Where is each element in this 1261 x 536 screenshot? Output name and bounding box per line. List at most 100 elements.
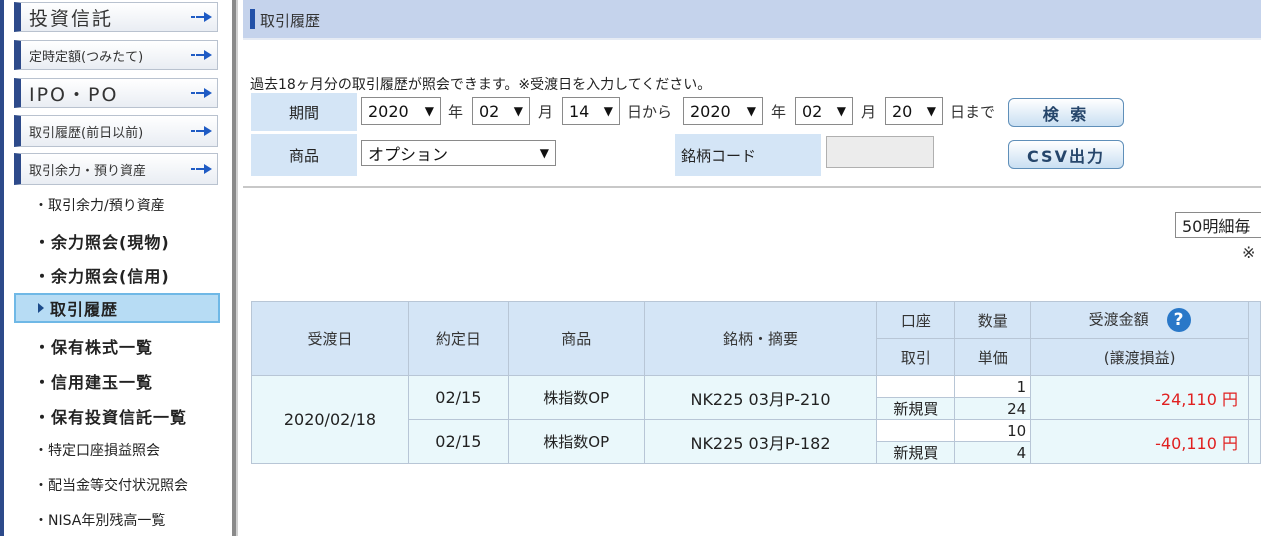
- issue-cell: NK225 03月P-182: [643, 419, 878, 464]
- product-cell: 株指数OP: [507, 419, 645, 464]
- sidebar-menu-ipo-po[interactable]: IPO・PO: [14, 78, 218, 108]
- chevron-down-icon: ▼: [926, 104, 936, 118]
- info-text: 過去18ヶ月分の取引履歴が照会できます。※受渡日を入力してください。: [250, 77, 712, 93]
- sidebar-menu-margin-assets[interactable]: 取引余力・預り資産: [14, 153, 218, 185]
- extra-cell: [1247, 375, 1261, 420]
- from-month-select[interactable]: 02 ▼: [472, 97, 530, 125]
- col-unit-price: 単価: [954, 338, 1032, 376]
- sidebar-menu-label: IPO・PO: [29, 83, 119, 106]
- sidebar-menu-regular-fixed[interactable]: 定時定額(つみたて): [14, 40, 218, 70]
- quantity-cell: 1: [954, 375, 1032, 398]
- unit-price-cell: 24: [954, 397, 1032, 420]
- product-label: 商品: [251, 134, 357, 176]
- from-year-value: 2020: [368, 101, 409, 121]
- to-month-value: 02: [802, 101, 823, 121]
- code-input[interactable]: [826, 136, 934, 168]
- col-amount-sub: (譲渡損益): [1030, 338, 1249, 376]
- from-day-select[interactable]: 14 ▼: [562, 97, 620, 125]
- unit-month: 月: [861, 103, 877, 121]
- sidebar-item-fund-holdings[interactable]: ・保有投資信託一覧: [34, 404, 187, 428]
- sidebar-item-credit-positions[interactable]: ・信用建玉一覧: [34, 369, 153, 393]
- col-account: 口座: [876, 301, 956, 339]
- trade-date-cell: 02/15: [407, 375, 509, 420]
- trade-cell: 新規買: [876, 397, 956, 420]
- sidebar-menu-investment-trust[interactable]: 投資信託: [14, 2, 218, 32]
- arrow-right-icon: [191, 12, 212, 22]
- account-cell: [876, 375, 956, 398]
- col-settle-date: 受渡日: [251, 301, 409, 376]
- arrow-right-icon: [191, 164, 212, 174]
- csv-export-button[interactable]: CSV出力: [1008, 140, 1124, 169]
- unit-month: 月: [538, 103, 554, 121]
- chevron-down-icon: ▼: [424, 104, 434, 118]
- arrow-right-icon: [191, 88, 212, 98]
- triangle-right-icon: [38, 303, 44, 313]
- search-button[interactable]: 検 索: [1008, 98, 1124, 127]
- chevron-down-icon: ▼: [836, 104, 846, 118]
- col-amount: 受渡金額?: [1030, 301, 1249, 339]
- sidebar-item-stock-holdings[interactable]: ・保有株式一覧: [34, 334, 153, 358]
- trade-date-cell: 02/15: [407, 419, 509, 464]
- title-mark: [250, 9, 255, 29]
- col-issue: 銘柄・摘要: [643, 301, 878, 376]
- unit-year: 年: [771, 103, 787, 121]
- to-day-value: 20: [892, 101, 913, 121]
- sidebar-menu-label: 取引履歴(前日以前): [29, 125, 144, 141]
- col-quantity: 数量: [954, 301, 1032, 339]
- sidebar-item-margin-cash[interactable]: ・余力照会(現物): [34, 229, 170, 253]
- account-cell: [876, 419, 956, 442]
- product-cell: 株指数OP: [507, 375, 645, 420]
- chevron-down-icon: ▼: [513, 104, 523, 118]
- amount-cell: -40,110 円: [1030, 419, 1249, 464]
- page-title: 取引履歴: [260, 12, 321, 30]
- divider: [243, 186, 1261, 188]
- help-icon[interactable]: ?: [1166, 308, 1191, 332]
- sidebar-menu-trade-history-prev[interactable]: 取引履歴(前日以前): [14, 115, 218, 147]
- arrow-right-icon: [191, 50, 212, 60]
- period-label: 期間: [251, 93, 357, 131]
- sidebar-item-specific-account-pl[interactable]: ・特定口座損益照会: [34, 440, 160, 460]
- sidebar-border-shadow: [236, 0, 238, 536]
- col-product: 商品: [507, 301, 645, 376]
- sidebar-item-margin-assets[interactable]: ・取引余力/預り資産: [34, 195, 165, 215]
- sidebar-menu-label: 取引余力・預り資産: [29, 163, 147, 179]
- sidebar-menu-label: 定時定額(つみたて): [29, 49, 144, 65]
- to-year-select[interactable]: 2020 ▼: [683, 97, 763, 125]
- unit-to: 日まで: [950, 103, 996, 121]
- col-extra: [1247, 301, 1261, 376]
- col-trade: 取引: [876, 338, 956, 376]
- col-amount-label: 受渡金額: [1088, 310, 1149, 329]
- from-month-value: 02: [479, 101, 500, 121]
- to-day-select[interactable]: 20 ▼: [885, 97, 943, 125]
- arrow-right-icon: [191, 126, 212, 136]
- settle-date-cell: 2020/02/18: [251, 375, 409, 464]
- product-value: オプション: [368, 145, 449, 164]
- sidebar-accent-bar: [0, 0, 4, 536]
- to-month-select[interactable]: 02 ▼: [795, 97, 853, 125]
- sidebar-item-dividend-status[interactable]: ・配当金等交付状況照会: [34, 475, 188, 495]
- product-select[interactable]: オプション ▼: [361, 140, 556, 166]
- sidebar-item-margin-credit[interactable]: ・余力照会(信用): [34, 263, 170, 287]
- history-table: 受渡日 約定日 商品 銘柄・摘要 口座 数量 受渡金額? 取引 単価 (譲渡損益…: [251, 301, 1261, 464]
- unit-price-cell: 4: [954, 441, 1032, 464]
- col-trade-date: 約定日: [407, 301, 509, 376]
- note-mark: ※: [1242, 243, 1256, 262]
- from-year-select[interactable]: 2020 ▼: [361, 97, 441, 125]
- sidebar-item-label: 取引履歴: [50, 300, 119, 319]
- table-header-row: 受渡日 約定日 商品 銘柄・摘要 口座 数量 受渡金額?: [251, 301, 1261, 376]
- from-day-value: 14: [569, 101, 590, 121]
- unit-year: 年: [448, 103, 464, 121]
- per-page-select[interactable]: 50明細毎: [1175, 212, 1261, 238]
- unit-from: 日から: [627, 103, 673, 121]
- extra-cell: [1247, 419, 1261, 464]
- issue-cell: NK225 03月P-210: [643, 375, 878, 420]
- to-year-value: 2020: [690, 101, 731, 121]
- page-header: 取引履歴: [243, 0, 1261, 40]
- sidebar-item-nisa-balance[interactable]: ・NISA年別残高一覧: [34, 510, 165, 530]
- chevron-down-icon: ▼: [603, 104, 613, 118]
- code-label: 銘柄コード: [675, 134, 821, 176]
- sidebar-item-trade-history[interactable]: 取引履歴: [14, 293, 220, 323]
- chevron-down-icon: ▼: [746, 104, 756, 118]
- sidebar-menu-label: 投資信託: [29, 7, 114, 30]
- sidebar: 投資信託 定時定額(つみたて) IPO・PO 取引履歴(前日以前) 取引余力・預…: [0, 0, 232, 536]
